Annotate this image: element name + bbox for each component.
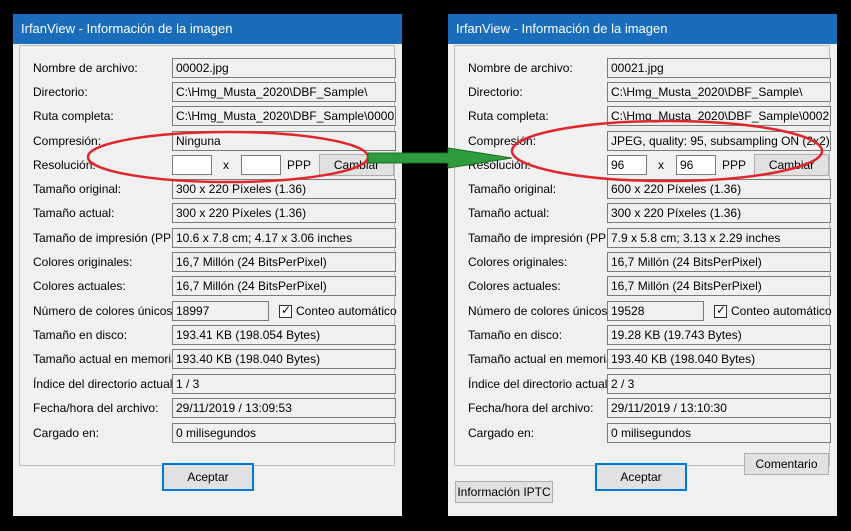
highlight-ellipse-left xyxy=(86,130,370,184)
annotation-overlay xyxy=(86,119,824,184)
arrow-icon xyxy=(367,147,513,169)
highlight-ellipse-right xyxy=(510,119,824,183)
